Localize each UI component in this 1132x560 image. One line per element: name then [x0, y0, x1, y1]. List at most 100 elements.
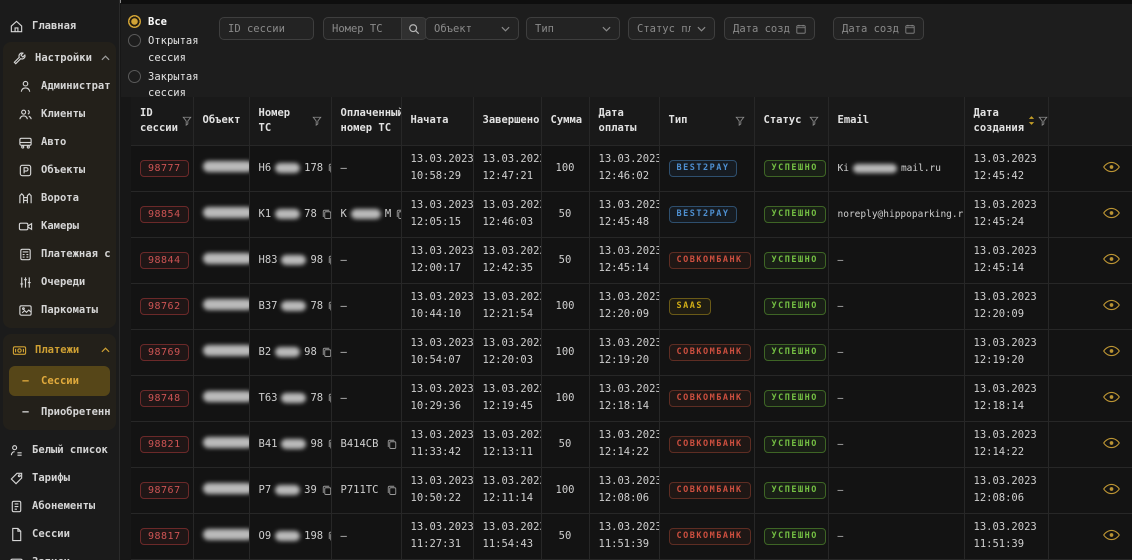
copy-icon[interactable] [321, 346, 331, 358]
filter-icon[interactable] [1038, 116, 1048, 126]
sidebar-item-gates[interactable]: Ворота [3, 184, 116, 212]
redacted-plate [281, 439, 306, 449]
session-state-radio-group: Все Открытая сессия Закрытая сессия [128, 14, 214, 101]
sidebar-item-payment-system[interactable]: Платежная си… [3, 240, 116, 268]
session-id-filter [219, 17, 314, 40]
sidebar-item-settings[interactable]: Настройки [3, 44, 116, 72]
amount: 50 [559, 254, 572, 266]
header-status[interactable]: Статус [754, 97, 828, 145]
sidebar: Главная Настройки Администрато… Клиенты … [0, 0, 120, 560]
view-details-eye-icon[interactable] [1103, 207, 1120, 219]
started-datetime: 13.03.202311:33:42 [411, 427, 464, 461]
copy-icon[interactable] [327, 162, 331, 174]
sidebar-item-tariffs[interactable]: Тарифы [0, 464, 119, 492]
parkomat-icon [18, 303, 33, 318]
copy-icon[interactable] [327, 438, 331, 450]
sort-icon[interactable] [1028, 115, 1035, 126]
copy-icon[interactable] [395, 208, 401, 220]
view-details-eye-icon[interactable] [1103, 161, 1120, 173]
view-details-eye-icon[interactable] [1103, 253, 1120, 265]
amount: 50 [559, 438, 572, 450]
sidebar-item-administrators[interactable]: Администрато… [3, 72, 116, 100]
amount: 100 [556, 392, 575, 404]
view-details-eye-icon[interactable] [1103, 299, 1120, 311]
sidebar-item-home[interactable]: Главная [0, 12, 119, 40]
sidebar-item-parkomats[interactable]: Паркоматы [3, 296, 116, 324]
payment-type-badge: SAAS [669, 298, 711, 315]
sidebar-item-sessions[interactable]: Сессии [0, 520, 119, 548]
sidebar-item-subscriptions[interactable]: Абонементы [0, 492, 119, 520]
header-paid-date: Дата оплаты [589, 97, 659, 145]
copy-icon[interactable] [327, 530, 331, 542]
finished-datetime: 13.03.202312:21:54 [483, 289, 532, 323]
started-datetime: 13.03.202310:54:07 [411, 335, 464, 369]
session-id-badge: 98854 [140, 206, 189, 223]
chevron-up-icon [101, 55, 110, 61]
header-type[interactable]: Тип [659, 97, 754, 145]
date-from-picker[interactable]: Дата создани… [724, 17, 815, 40]
filter-bar: Все Открытая сессия Закрытая сессия [121, 0, 1132, 97]
header-email: Email [828, 97, 964, 145]
copy-icon[interactable] [327, 254, 331, 266]
session-id-input[interactable] [228, 23, 305, 35]
finished-datetime: 13.03.202312:46:03 [483, 197, 532, 231]
radio-open-session[interactable]: Открытая сессия [128, 33, 214, 66]
sidebar-item-whitelist[interactable]: Белый список [0, 436, 119, 464]
header-created[interactable]: Дата создания [964, 97, 1048, 145]
sidebar-item-cameras[interactable]: Камеры [3, 212, 116, 240]
sidebar-item-clients[interactable]: Клиенты [3, 100, 116, 128]
paid-datetime: 13.03.202312:14:22 [599, 427, 650, 461]
view-details-eye-icon[interactable] [1103, 391, 1120, 403]
view-details-eye-icon[interactable] [1103, 345, 1120, 357]
filter-icon[interactable] [735, 116, 745, 126]
table-row: 98821 B4198 B414CB 13.03.202311:33:42 13… [131, 421, 1132, 467]
filter-icon[interactable] [809, 116, 819, 126]
view-details-eye-icon[interactable] [1103, 437, 1120, 449]
header-started: Начата [401, 97, 473, 145]
created-datetime: 13.03.202312:45:14 [974, 243, 1039, 277]
sidebar-item-records[interactable]: Записи [0, 548, 119, 560]
banknote-icon [12, 343, 27, 358]
redacted-plate [281, 301, 306, 311]
sidebar-item-payments[interactable]: Платежи [3, 336, 116, 364]
filter-icon[interactable] [182, 116, 192, 126]
sidebar-item-objects[interactable]: Объекты [3, 156, 116, 184]
started-datetime: 13.03.202310:44:10 [411, 289, 464, 323]
header-plate[interactable]: Номер ТС [249, 97, 331, 145]
copy-icon[interactable] [321, 208, 331, 220]
object-select[interactable]: Объект [425, 17, 519, 40]
session-id-badge: 98844 [140, 252, 189, 269]
sidebar-item-queues[interactable]: Очереди [3, 268, 116, 296]
sidebar-item-cars[interactable]: Авто [3, 128, 116, 156]
settings-group: Настройки Администрато… Клиенты Авто Объ… [3, 42, 116, 328]
copy-icon[interactable] [386, 484, 398, 496]
copy-icon[interactable] [321, 484, 331, 496]
table-row: 98762 B3778 – 13.03.202310:44:10 13.03.2… [131, 283, 1132, 329]
copy-icon[interactable] [327, 392, 331, 404]
status-badge: УСПЕШНО [764, 390, 826, 407]
header-session-id[interactable]: ID сессии [131, 97, 193, 145]
created-datetime: 13.03.202312:19:20 [974, 335, 1039, 369]
redacted-object [203, 299, 250, 310]
header-paid-plate: Оплаченный номер ТС [331, 97, 401, 145]
view-details-eye-icon[interactable] [1103, 483, 1120, 495]
home-icon [9, 19, 24, 34]
type-select[interactable]: Тип [526, 17, 620, 40]
plate-input[interactable] [332, 23, 395, 35]
copy-icon[interactable] [327, 300, 331, 312]
date-to-picker[interactable]: Дата создани… [833, 17, 924, 40]
filter-icon[interactable] [312, 116, 322, 126]
calendar-icon [905, 24, 915, 34]
redacted-plate [281, 393, 306, 403]
payment-status-select[interactable]: Статус плате… [628, 17, 715, 40]
redacted-object [203, 529, 250, 540]
radio-all[interactable]: Все [128, 14, 214, 30]
copy-icon[interactable] [386, 438, 398, 450]
paid-datetime: 13.03.202312:45:48 [599, 197, 650, 231]
session-id-badge: 98821 [140, 436, 189, 453]
sidebar-item-purchased[interactable]: — Приобретенны… [3, 398, 116, 426]
status-badge: УСПЕШНО [764, 528, 826, 545]
sidebar-item-payment-sessions[interactable]: — Сессии [9, 366, 110, 396]
search-icon[interactable] [401, 17, 427, 40]
view-details-eye-icon[interactable] [1103, 529, 1120, 541]
